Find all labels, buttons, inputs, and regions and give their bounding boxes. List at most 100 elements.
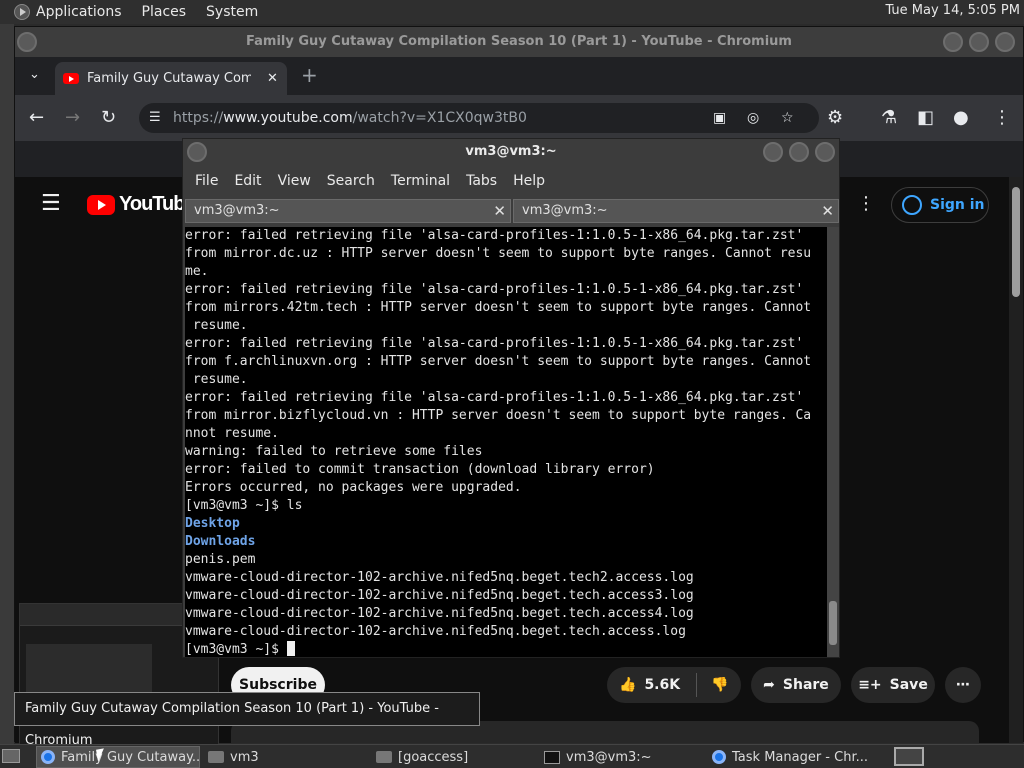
more-options-icon[interactable]: ⋮ [857,193,875,214]
chromium-icon [41,750,55,764]
chromium-icon [712,750,726,764]
new-tab-icon[interactable]: + [301,63,318,87]
like-button[interactable]: 👍 5.6K [619,677,680,693]
terminal-output[interactable]: error: failed retrieving file 'alsa-card… [185,227,827,657]
terminal-icon [544,750,560,764]
terminal-line: from mirrors.42tm.tech : HTTP server doe… [185,300,812,315]
side-panel-icon[interactable]: ◧ [917,107,934,128]
applications-label: Applications [36,4,122,20]
terminal-window: vm3@vm3:~ File Edit View Search Terminal… [182,138,840,658]
terminal-line: Errors occurred, no packages were upgrad… [185,480,522,495]
back-icon[interactable]: ← [29,107,44,128]
tab-title: Family Guy Cutaway Compil [87,71,251,86]
folder-icon [376,751,392,763]
menu-view[interactable]: View [270,169,319,195]
task-label: Family Guy Cutaway... [61,749,200,765]
terminal-line: error: failed retrieving file 'alsa-card… [185,228,804,243]
share-button[interactable]: ➦ Share [751,667,841,703]
places-menu[interactable]: Places [136,4,193,20]
maximize-button[interactable] [969,32,989,52]
desktop-strip [0,24,14,744]
menu-file[interactable]: File [187,169,226,195]
tab-close-icon[interactable]: ✕ [267,71,278,86]
applications-menu[interactable]: Applications [8,4,128,20]
applications-icon [14,4,30,20]
terminal-titlebar[interactable]: vm3@vm3:~ [183,139,839,165]
cast-icon[interactable]: ▣ [713,103,726,133]
url-host: www.youtube.com [223,110,353,126]
task-task-manager[interactable]: Task Manager - Chr... [708,746,872,768]
show-desktop-icon[interactable] [2,749,20,763]
chrome-menu-icon[interactable]: ⋮ [993,107,1011,128]
window-menu-button[interactable] [17,32,37,52]
task-terminal[interactable]: vm3@vm3:~ [540,746,704,768]
menu-search[interactable]: Search [319,169,383,195]
terminal-line: nnot resume. [185,426,279,441]
menu-edit[interactable]: Edit [226,169,269,195]
share-label: Share [782,677,829,693]
ls-file: vmware-cloud-director-102-archive.nifed5… [185,588,694,603]
taskbar-tooltip: Family Guy Cutaway Compilation Season 10… [14,692,480,748]
like-divider [696,673,698,697]
terminal-line: resume. [185,372,248,387]
ls-file: vmware-cloud-director-102-archive.nifed5… [185,570,694,585]
menu-tabs[interactable]: Tabs [458,169,505,195]
terminal-line: from f.archlinuxvn.org : HTTP server doe… [185,354,812,369]
task-label: [goaccess] [398,749,469,765]
thumbs-up-icon: 👍 [619,677,637,693]
folder-icon [208,751,224,763]
terminal-window-menu-button[interactable] [187,142,207,162]
terminal-scrollbar[interactable] [827,227,839,657]
terminal-line: warning: failed to retrieve some files [185,444,483,459]
extensions-icon[interactable]: ⚙ [827,107,843,128]
task-chromium[interactable]: Family Guy Cutaway... [36,746,200,768]
account-circle-icon [902,195,922,215]
workspace-switcher[interactable] [894,747,924,766]
menu-terminal[interactable]: Terminal [383,169,458,195]
terminal-scroll-thumb[interactable] [829,601,837,645]
more-horiz-icon: ⋯ [956,677,970,693]
tab-close-icon[interactable]: ✕ [821,200,834,222]
forward-icon[interactable]: → [65,107,80,128]
menu-help[interactable]: Help [505,169,553,195]
address-bar[interactable]: ☰ https://www.youtube.com/watch?v=X1CX0q… [139,103,819,133]
profile-icon[interactable]: ● [953,107,969,128]
youtube-logo[interactable]: YouTube [87,193,196,216]
labs-flask-icon[interactable]: ⚗ [881,107,897,128]
terminal-close-button[interactable] [815,142,835,162]
terminal-tab-label: vm3@vm3:~ [522,203,608,218]
terminal-line: from mirror.dc.uz : HTTP server doesn't … [185,246,812,261]
terminal-tab-1[interactable]: vm3@vm3:~ ✕ [185,199,511,223]
hamburger-menu-icon[interactable]: ☰ [41,191,61,216]
url-path: /watch?v=X1CX0qw3tB0 [352,110,527,126]
page-scrollbar[interactable] [1009,177,1023,743]
panel-clock[interactable]: Tue May 14, 5:05 PM [885,3,1020,18]
thumbs-down-icon[interactable]: 👎 [711,677,728,693]
minimize-button[interactable] [943,32,963,52]
ls-dir-downloads: Downloads [185,534,256,549]
sign-in-button[interactable]: Sign in [891,187,989,223]
system-label: System [206,4,259,20]
more-actions-button[interactable]: ⋯ [945,667,981,703]
task-goaccess-folder[interactable]: [goaccess] [372,746,536,768]
save-button[interactable]: ≡+ Save [851,667,935,703]
site-info-icon[interactable]: ☰ [149,103,161,133]
eye-off-icon[interactable]: ◎ [747,103,759,133]
task-vm3-folder[interactable]: vm3 [204,746,368,768]
taskbar: Family Guy Cutaway... vm3 [goaccess] vm3… [0,744,1024,768]
terminal-line: error: failed retrieving file 'alsa-card… [185,336,804,351]
chromium-titlebar[interactable]: Family Guy Cutaway Compilation Season 10… [15,27,1023,57]
page-scroll-thumb[interactable] [1012,187,1020,297]
close-window-button[interactable] [995,32,1015,52]
terminal-maximize-button[interactable] [789,142,809,162]
playlist-add-icon: ≡+ [858,677,882,693]
tab-close-icon[interactable]: ✕ [493,200,506,222]
terminal-minimize-button[interactable] [763,142,783,162]
system-menu[interactable]: System [200,4,264,20]
terminal-tab-2[interactable]: vm3@vm3:~ ✕ [513,199,839,223]
bookmark-star-icon[interactable]: ☆ [781,103,794,133]
tab-youtube[interactable]: Family Guy Cutaway Compil ✕ [55,62,287,95]
share-icon: ➦ [763,677,775,693]
tab-search-icon[interactable]: ⌄ [29,67,40,82]
reload-icon[interactable]: ↻ [101,107,116,128]
